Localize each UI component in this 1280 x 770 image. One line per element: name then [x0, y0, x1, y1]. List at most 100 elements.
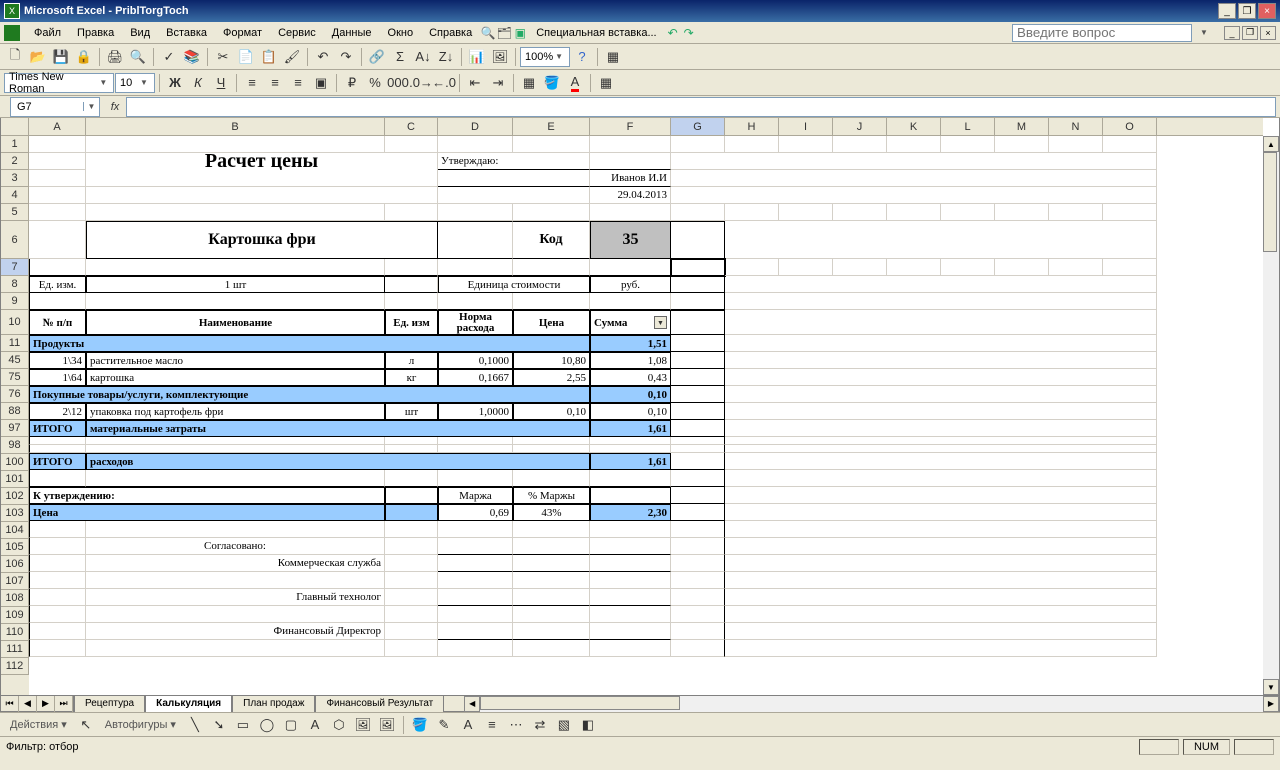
sort-desc-icon[interactable]: Z↓: [435, 46, 457, 68]
paste-special-icon[interactable]: ▣: [512, 25, 528, 41]
to-approve[interactable]: К утверждению:: [29, 487, 385, 504]
autosum-icon[interactable]: Σ: [389, 46, 411, 68]
price-label[interactable]: Цена: [29, 504, 385, 521]
format-painter-icon[interactable]: 🖌: [281, 46, 303, 68]
row-header-101[interactable]: 101: [1, 471, 29, 488]
col-header-A[interactable]: A: [29, 118, 86, 135]
cut-icon[interactable]: ✂: [212, 46, 234, 68]
research-icon[interactable]: 🔍: [480, 25, 496, 41]
merge-icon[interactable]: ▣: [310, 72, 332, 94]
table-header-h_price[interactable]: Цена: [513, 310, 590, 335]
row-header-9[interactable]: 9: [1, 293, 29, 310]
table-header-h_sum[interactable]: Сумма▼: [590, 310, 671, 335]
select-all-corner[interactable]: [1, 118, 29, 136]
menu-data[interactable]: Данные: [324, 25, 380, 41]
row-header-1[interactable]: 1: [1, 136, 29, 153]
align-left-icon[interactable]: ≡: [241, 72, 263, 94]
open-icon[interactable]: 📂: [27, 46, 49, 68]
row-header-11[interactable]: 11: [1, 335, 29, 352]
fx-label[interactable]: fx: [104, 101, 126, 113]
unit-value[interactable]: 1 шт: [86, 276, 385, 293]
sheet-tab-plan[interactable]: План продаж: [232, 696, 315, 712]
dish-cell[interactable]: Картошка фри: [86, 221, 438, 259]
col-header-H[interactable]: H: [725, 118, 779, 135]
col-header-N[interactable]: N: [1049, 118, 1103, 135]
shadow-icon[interactable]: ▧: [553, 714, 575, 736]
workbook-minimize-button[interactable]: _: [1224, 26, 1240, 40]
row-header-109[interactable]: 109: [1, 607, 29, 624]
col-header-F[interactable]: F: [590, 118, 671, 135]
clipart-icon[interactable]: 🖼: [352, 714, 374, 736]
research2-icon[interactable]: 🗂: [496, 25, 512, 41]
wordart-icon[interactable]: A: [304, 714, 326, 736]
row-header-4[interactable]: 4: [1, 187, 29, 204]
table-header-h_norm[interactable]: Норма расхода: [438, 310, 513, 335]
increase-indent-icon[interactable]: ⇥: [487, 72, 509, 94]
redo-icon[interactable]: ↷: [335, 46, 357, 68]
row-header-111[interactable]: 111: [1, 641, 29, 658]
undo-arrow-icon[interactable]: ↶: [665, 25, 681, 41]
selected-cell[interactable]: [671, 259, 725, 276]
arrow-style-icon[interactable]: ⇄: [529, 714, 551, 736]
horizontal-scrollbar[interactable]: ◀ ▶: [464, 696, 1279, 712]
date-cell[interactable]: 29.04.2013: [590, 187, 671, 204]
permissions-icon[interactable]: 🔒: [73, 46, 95, 68]
spellcheck-icon[interactable]: ✓: [158, 46, 180, 68]
research-icon[interactable]: 📚: [181, 46, 203, 68]
maximize-button[interactable]: ❐: [1238, 3, 1256, 19]
print-icon[interactable]: 🖨: [104, 46, 126, 68]
col-header-B[interactable]: B: [86, 118, 385, 135]
approve-label[interactable]: Утверждаю:: [438, 153, 590, 170]
table-header-h_unit[interactable]: Ед. изм: [385, 310, 438, 335]
row-header-97[interactable]: 97: [1, 420, 29, 437]
zoom-box[interactable]: 100%▼: [520, 47, 570, 67]
help-icon[interactable]: ?: [571, 46, 593, 68]
menu-service[interactable]: Сервис: [270, 25, 324, 41]
oval-icon[interactable]: ◯: [256, 714, 278, 736]
question-input[interactable]: [1012, 24, 1192, 42]
row-header-10[interactable]: 10: [1, 310, 29, 335]
picture-icon[interactable]: 🖼: [376, 714, 398, 736]
grid[interactable]: Расчет ценыУтверждаю:Иванов И.И29.04.201…: [29, 136, 1263, 695]
row-header-3[interactable]: 3: [1, 170, 29, 187]
table-header-h_num[interactable]: № п/п: [29, 310, 86, 335]
col-header-M[interactable]: M: [995, 118, 1049, 135]
col-header-I[interactable]: I: [779, 118, 833, 135]
save-icon[interactable]: 💾: [50, 46, 72, 68]
fill-color2-icon[interactable]: 🪣: [409, 714, 431, 736]
chart-icon[interactable]: 📊: [466, 46, 488, 68]
textbox-icon[interactable]: ▢: [280, 714, 302, 736]
actions-menu[interactable]: Действия ▾: [4, 718, 73, 731]
undo-icon[interactable]: ↶: [312, 46, 334, 68]
col-header-O[interactable]: O: [1103, 118, 1157, 135]
row-header-102[interactable]: 102: [1, 488, 29, 505]
col-header-G[interactable]: G: [671, 118, 725, 135]
drawing-icon[interactable]: 🖼: [489, 46, 511, 68]
menu-edit[interactable]: Правка: [69, 25, 122, 41]
title-cell-b[interactable]: [86, 170, 438, 187]
row-header-75[interactable]: 75: [1, 369, 29, 386]
diagram-icon[interactable]: ⬡: [328, 714, 350, 736]
autoshapes-menu[interactable]: Автофигуры ▾: [99, 718, 182, 731]
line-icon[interactable]: ╲: [184, 714, 206, 736]
line-style-icon[interactable]: ≡: [481, 714, 503, 736]
approver-ext[interactable]: Иванов И.И: [590, 170, 671, 187]
preview-icon[interactable]: 🔍: [127, 46, 149, 68]
row-header-110[interactable]: 110: [1, 624, 29, 641]
sort-asc-icon[interactable]: A↓: [412, 46, 434, 68]
col-header-E[interactable]: E: [513, 118, 590, 135]
extra-icon[interactable]: ▦: [595, 72, 617, 94]
scroll-up-icon[interactable]: ▲: [1263, 136, 1279, 152]
row-header-45[interactable]: 45: [1, 352, 29, 369]
row-header-6[interactable]: 6: [1, 221, 29, 259]
row-header-108[interactable]: 108: [1, 590, 29, 607]
decrease-indent-icon[interactable]: ⇤: [464, 72, 486, 94]
row-header-98[interactable]: 98: [1, 437, 29, 454]
total-mat[interactable]: материальные затраты: [86, 420, 590, 437]
name-box[interactable]: G7 ▼: [10, 97, 100, 117]
row-header-104[interactable]: 104: [1, 522, 29, 539]
decrease-decimal-icon[interactable]: ←.0: [433, 72, 455, 94]
align-center-icon[interactable]: ≡: [264, 72, 286, 94]
row-header-76[interactable]: 76: [1, 386, 29, 403]
formula-input[interactable]: [126, 97, 1276, 117]
